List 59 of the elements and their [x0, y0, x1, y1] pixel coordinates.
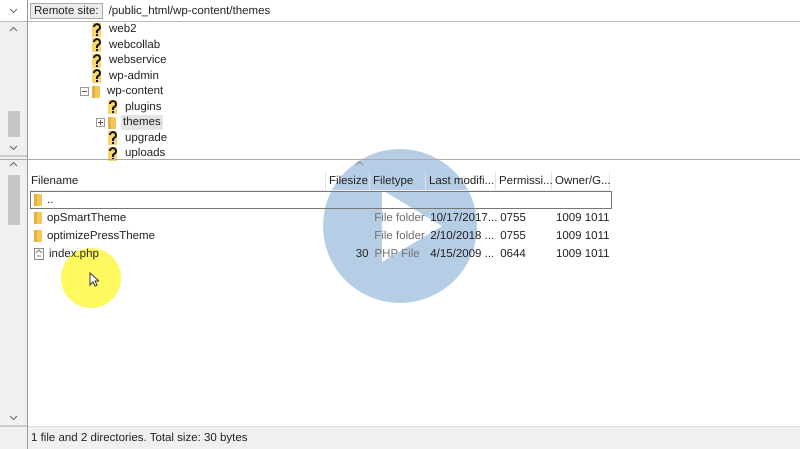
tree-item[interactable]: uploads [123, 146, 168, 162]
table-cell: File folder [374, 212, 425, 224]
file-name[interactable]: opSmartTheme [47, 212, 126, 224]
question-mark-icon [92, 52, 102, 69]
expand-toggle[interactable] [96, 118, 104, 128]
column-header[interactable]: Permissi... [496, 172, 552, 190]
folder-icon [34, 193, 42, 207]
tree-item[interactable]: plugins [123, 100, 164, 115]
collapse-toggle[interactable] [80, 87, 88, 96]
scroll-up-icon[interactable] [9, 161, 18, 167]
table-cell: 1009 1011 [556, 248, 610, 260]
scroll-down-icon[interactable] [9, 415, 18, 421]
table-cell: 0644 [500, 248, 526, 260]
tree-item[interactable]: wp-admin [107, 68, 161, 84]
tree-item[interactable]: wp-content [105, 84, 166, 100]
scrollbar-thumb[interactable] [8, 111, 20, 137]
table-cell: 1009 1011 [556, 212, 610, 224]
folder-icon [92, 84, 100, 99]
question-mark-icon [108, 130, 118, 146]
scrollbar-thumb[interactable] [8, 175, 20, 225]
tree-item[interactable]: upgrade [123, 130, 170, 146]
question-mark-icon [92, 68, 102, 84]
remote-path-field[interactable]: /public_html/wp-content/themes [102, 4, 800, 16]
folder-icon [34, 229, 42, 243]
table-cell: PHP File [374, 248, 420, 260]
column-header[interactable]: Filename [28, 172, 326, 190]
table-cell: 10/17/2017... [430, 212, 498, 224]
column-header[interactable]: Filetype [370, 172, 426, 190]
table-cell: 30 [356, 248, 368, 260]
scroll-down-icon[interactable] [9, 145, 18, 151]
file-name[interactable]: optimizePressTheme [47, 230, 156, 242]
question-mark-icon [108, 99, 118, 116]
tree-item[interactable]: webcollab [107, 38, 162, 53]
tree-item[interactable]: webservice [107, 53, 169, 68]
folder-icon [34, 211, 42, 225]
table-cell: 1009 1011 [556, 230, 610, 242]
table-cell: File folder [374, 230, 425, 242]
dropdown-caret-icon[interactable] [9, 8, 18, 14]
status-bar: 1 file and 2 directories. Total size: 30 bytes [28, 426, 800, 449]
table-cell: 0755 [500, 212, 526, 224]
splitter-caret-icon[interactable] [354, 160, 364, 166]
file-name[interactable]: .. [47, 194, 54, 206]
scroll-up-icon[interactable] [9, 26, 18, 32]
column-header[interactable]: Last modifi... [426, 172, 496, 190]
tree-item[interactable]: themes [121, 115, 163, 130]
column-header[interactable]: Filesize [326, 172, 370, 190]
question-mark-icon [92, 37, 102, 54]
question-mark-icon [108, 146, 118, 162]
tree-item[interactable]: web2 [107, 22, 138, 38]
table-cell: 2/10/2018 ... [430, 230, 494, 242]
remote-site-label: Remote site: [30, 2, 103, 18]
column-header[interactable]: Owner/G... [552, 172, 610, 190]
focused-row[interactable]: .. [30, 191, 612, 209]
question-mark-icon [92, 22, 102, 38]
table-cell: 4/15/2009 ... [430, 248, 494, 260]
file-icon [34, 248, 44, 260]
table-cell: 0755 [500, 230, 526, 242]
mouse-pointer-icon [89, 272, 99, 287]
folder-icon [108, 116, 116, 130]
